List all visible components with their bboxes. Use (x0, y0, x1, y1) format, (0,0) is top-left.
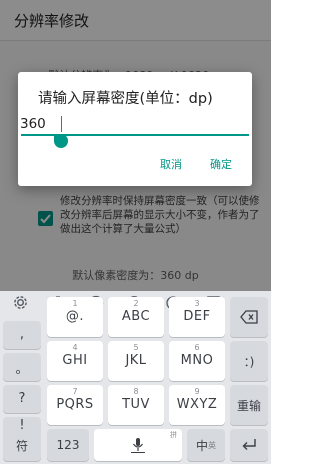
key-9-wxyz[interactable]: 9 WXYZ (169, 385, 225, 425)
key-6-mno[interactable]: 6 MNO (169, 341, 225, 381)
cancel-button[interactable]: 取消 (160, 156, 182, 172)
language-switch-key[interactable]: 中英 (187, 429, 225, 461)
key-8-tuv[interactable]: 8 TUV (108, 385, 164, 425)
soft-keyboard: , 。 ? ! 1 @. 2 ABC 3 DEF 4 GHI 5 JKL 6 M… (0, 291, 271, 464)
symbol-key-period[interactable]: 。 (3, 353, 41, 381)
ok-button[interactable]: 确定 (210, 156, 232, 172)
key-3-def[interactable]: 3 DEF (169, 297, 225, 337)
density-input[interactable] (20, 114, 250, 134)
selection-handle[interactable] (54, 134, 68, 148)
backspace-key[interactable] (230, 297, 268, 337)
symbol-key-question[interactable]: ? (3, 385, 41, 413)
dialog-title: 请输入屏幕密度(单位：dp) (38, 91, 213, 107)
density-dialog: 请输入屏幕密度(单位：dp) 取消 确定 (18, 72, 252, 186)
symbol-key-comma[interactable]: , (3, 321, 41, 349)
text-cursor (61, 116, 62, 132)
gear-icon[interactable] (12, 295, 28, 311)
space-key[interactable]: 拼 (94, 429, 182, 461)
reinput-key[interactable]: 重输 (230, 385, 268, 425)
key-4-ghi[interactable]: 4 GHI (47, 341, 103, 381)
backspace-icon (230, 297, 268, 337)
symbol-key[interactable]: 符 (3, 429, 41, 461)
microphone-icon (94, 429, 182, 461)
numeric-key[interactable]: 123 (47, 429, 89, 461)
key-5-jkl[interactable]: 5 JKL (108, 341, 164, 381)
enter-icon (230, 429, 268, 461)
key-7-pqrs[interactable]: 7 PQRS (47, 385, 103, 425)
key-1[interactable]: 1 @. (47, 297, 103, 337)
enter-key[interactable] (230, 429, 268, 461)
key-2-abc[interactable]: 2 ABC (108, 297, 164, 337)
colon-key[interactable]: ：) (230, 341, 268, 381)
